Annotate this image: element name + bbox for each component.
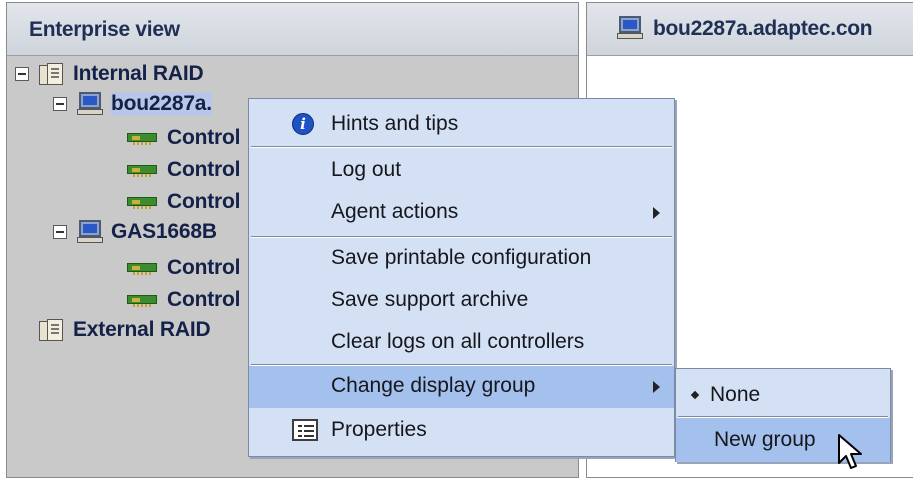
mouse-pointer-icon	[838, 434, 862, 469]
collapse-icon[interactable]	[53, 97, 67, 111]
tree-node-host-gas1668b[interactable]: GAS1668B	[53, 217, 217, 247]
properties-icon	[292, 419, 318, 441]
enterprise-view-title: Enterprise view	[29, 18, 180, 41]
controller-card-icon	[127, 163, 161, 177]
tree-node-internal-raid[interactable]: Internal RAID	[15, 59, 204, 89]
tree-label-external-raid: External RAID	[73, 318, 211, 341]
tree-node-host-bou2287a[interactable]: bou2287a.	[53, 89, 212, 119]
menu-item-properties[interactable]: Properties	[249, 410, 674, 452]
server-icon	[39, 63, 67, 85]
server-icon	[39, 319, 67, 341]
collapse-icon[interactable]	[15, 67, 29, 81]
tree-node-controller[interactable]: Control	[127, 253, 240, 283]
selected-bullet-icon	[690, 390, 700, 400]
menu-item-label: Save printable configuration	[331, 246, 592, 269]
tree-node-controller[interactable]: Control	[127, 285, 240, 315]
menu-item-save-support-archive[interactable]: Save support archive	[249, 280, 674, 322]
collapse-icon[interactable]	[53, 225, 67, 239]
menu-item-label: Clear logs on all controllers	[331, 330, 585, 353]
detail-panel-title: bou2287a.adaptec.con	[653, 17, 873, 40]
menu-item-change-display-group[interactable]: Change display group	[249, 366, 674, 408]
tree-node-controller[interactable]: Control	[127, 123, 240, 153]
menu-separator	[251, 146, 672, 148]
tree-label-internal-raid: Internal RAID	[73, 62, 204, 85]
tree-label-controller: Control	[167, 158, 241, 181]
tree-node-controller[interactable]: Control	[127, 187, 240, 217]
tree-label-controller: Control	[167, 190, 241, 213]
tree-label-controller: Control	[167, 126, 241, 149]
computer-icon	[77, 92, 105, 116]
submenu-arrow-icon	[653, 207, 660, 219]
controller-card-icon	[127, 131, 161, 145]
submenu-arrow-icon	[653, 381, 660, 393]
submenu-item-label: New group	[714, 428, 816, 451]
menu-item-label: Log out	[331, 158, 402, 181]
menu-item-label: Agent actions	[331, 200, 459, 223]
tree-node-external-raid[interactable]: External RAID	[39, 315, 211, 345]
app-window: Enterprise view Internal RAID bou2287a. …	[0, 0, 913, 489]
menu-item-clear-logs[interactable]: Clear logs on all controllers	[249, 322, 674, 364]
controller-card-icon	[127, 293, 161, 307]
controller-card-icon	[127, 195, 161, 209]
menu-item-label: Hints and tips	[331, 112, 459, 135]
menu-item-label: Change display group	[331, 374, 536, 397]
menu-item-label: Properties	[331, 418, 427, 441]
menu-item-agent-actions[interactable]: Agent actions	[249, 192, 674, 234]
controller-card-icon	[127, 261, 161, 275]
context-menu: i Hints and tips Log out Agent actions S…	[248, 98, 675, 457]
enterprise-view-header: Enterprise view	[7, 3, 578, 56]
info-icon: i	[292, 113, 314, 135]
tree-label-host-bou2287a: bou2287a.	[111, 92, 212, 116]
tree-label-host-gas1668b: GAS1668B	[111, 220, 217, 243]
computer-icon	[77, 220, 105, 244]
computer-icon	[617, 16, 645, 40]
submenu-item-none[interactable]: None	[676, 373, 890, 417]
tree-label-controller: Control	[167, 256, 241, 279]
detail-panel-header: bou2287a.adaptec.con	[587, 3, 913, 56]
tree-label-controller: Control	[167, 288, 241, 311]
menu-item-label: Save support archive	[331, 288, 529, 311]
menu-item-hints-and-tips[interactable]: i Hints and tips	[249, 104, 674, 146]
menu-item-save-printable-configuration[interactable]: Save printable configuration	[249, 238, 674, 280]
menu-item-log-out[interactable]: Log out	[249, 150, 674, 192]
tree-node-controller[interactable]: Control	[127, 155, 240, 185]
submenu-item-label: None	[710, 383, 761, 406]
